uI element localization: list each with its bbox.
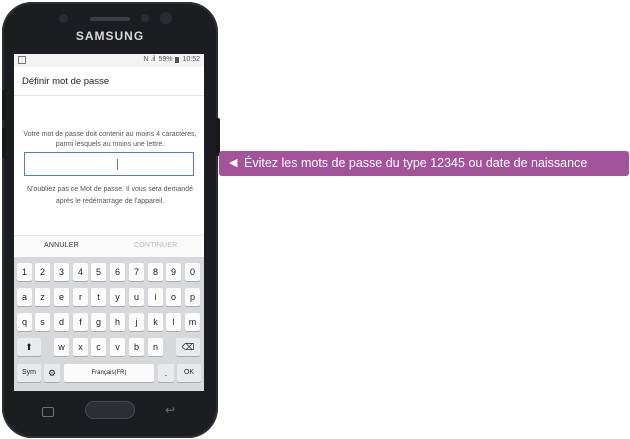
- key-m[interactable]: m: [185, 313, 200, 331]
- notification-icon: [18, 56, 26, 64]
- text-caret: [117, 159, 118, 170]
- settings-gear-icon[interactable]: ⚙: [44, 364, 60, 382]
- front-camera: [160, 12, 172, 24]
- key-x[interactable]: x: [73, 338, 88, 356]
- callout-arrow-icon: ◀: [229, 157, 238, 169]
- key-e[interactable]: e: [54, 288, 69, 306]
- volume-down-button: [2, 128, 6, 158]
- key-a[interactable]: a: [17, 288, 32, 306]
- action-bar: ANNULER CONTINUER: [14, 235, 204, 258]
- key-5[interactable]: 5: [91, 263, 106, 281]
- key-l[interactable]: l: [166, 313, 181, 331]
- cancel-button[interactable]: ANNULER: [44, 242, 79, 249]
- power-button: [216, 118, 220, 156]
- phone-device: SAMSUNG N .il 59% 10:52 Définir mot de p…: [2, 2, 220, 438]
- status-bar: N .il 59% 10:52: [14, 54, 204, 67]
- key-z[interactable]: z: [35, 288, 50, 306]
- battery-icon: [175, 56, 180, 63]
- key-c[interactable]: c: [91, 338, 106, 356]
- key-q[interactable]: q: [17, 313, 32, 331]
- key-j[interactable]: j: [129, 313, 144, 331]
- key-3[interactable]: 3: [54, 263, 69, 281]
- password-hint: N'oubliez pas ce Mot de passe. Il vous s…: [27, 186, 193, 205]
- key-2[interactable]: 2: [35, 263, 50, 281]
- key-v[interactable]: v: [110, 338, 125, 356]
- key-9[interactable]: 9: [166, 263, 181, 281]
- backspace-key[interactable]: ⌫: [176, 338, 200, 356]
- key-s[interactable]: s: [35, 313, 50, 331]
- key-n[interactable]: n: [148, 338, 163, 356]
- on-screen-keyboard: 1 2 3 4 5 6 7 8 9 0 a z e r t y u i o p …: [14, 257, 204, 391]
- space-bar[interactable]: Français(FR): [64, 364, 154, 382]
- key-8[interactable]: 8: [148, 263, 163, 281]
- key-f[interactable]: f: [73, 313, 88, 331]
- key-7[interactable]: 7: [129, 263, 144, 281]
- key-o[interactable]: o: [166, 288, 181, 306]
- key-p[interactable]: p: [185, 288, 200, 306]
- proximity-sensor: [141, 14, 149, 22]
- key-t[interactable]: t: [91, 288, 106, 306]
- front-sensor: [59, 14, 68, 23]
- key-0[interactable]: 0: [185, 263, 200, 281]
- password-input[interactable]: [24, 152, 194, 176]
- volume-up-button: [2, 90, 6, 120]
- back-icon[interactable]: ↩: [165, 403, 175, 417]
- ok-key[interactable]: OK: [177, 364, 201, 382]
- signal-icon: N .il: [143, 56, 156, 63]
- key-r[interactable]: r: [73, 288, 88, 306]
- home-button[interactable]: [85, 401, 135, 419]
- shift-key[interactable]: ⬆: [17, 338, 41, 356]
- continue-button[interactable]: CONTINUER: [134, 242, 177, 249]
- key-y[interactable]: y: [110, 288, 125, 306]
- key-b[interactable]: b: [129, 338, 144, 356]
- key-h[interactable]: h: [110, 313, 125, 331]
- key-i[interactable]: i: [148, 288, 163, 306]
- key-u[interactable]: u: [129, 288, 144, 306]
- key-1[interactable]: 1: [17, 263, 32, 281]
- callout-text: Évitez les mots de passe du type 12345 o…: [244, 156, 588, 170]
- phone-screen: N .il 59% 10:52 Définir mot de passe Vot…: [14, 54, 204, 391]
- key-4[interactable]: 4: [73, 263, 88, 281]
- key-w[interactable]: w: [54, 338, 69, 356]
- key-g[interactable]: g: [91, 313, 106, 331]
- period-key[interactable]: .: [158, 364, 174, 382]
- battery-level: 59%: [158, 56, 173, 63]
- earpiece-speaker: [90, 17, 130, 21]
- tip-callout: ◀ Évitez les mots de passe du type 12345…: [219, 151, 629, 176]
- key-d[interactable]: d: [54, 313, 69, 331]
- status-time: 10:52: [182, 56, 200, 63]
- page-title: Définir mot de passe: [22, 76, 110, 87]
- sym-key[interactable]: Sym: [17, 364, 41, 382]
- brand-logo: SAMSUNG: [75, 29, 145, 43]
- app-bar: Définir mot de passe: [14, 67, 204, 96]
- recent-apps-icon[interactable]: [42, 407, 54, 417]
- key-k[interactable]: k: [148, 313, 163, 331]
- password-requirements: Votre mot de passe doit contenir au moin…: [23, 131, 197, 148]
- key-6[interactable]: 6: [110, 263, 125, 281]
